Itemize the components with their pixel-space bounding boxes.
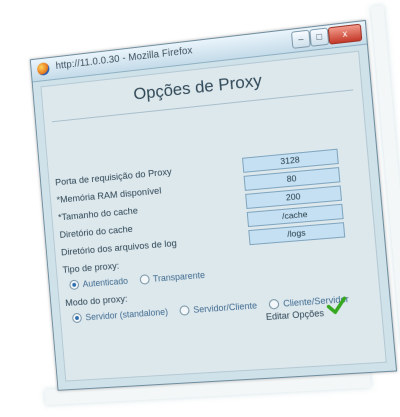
ram-label: *Memória RAM disponível — [56, 185, 162, 206]
radio-server-client[interactable] — [179, 305, 190, 316]
window-title: http://11.0.0.30 - Mozilla Firefox — [55, 45, 193, 72]
page-content: Opções de Proxy Porta de requisição do P… — [40, 50, 387, 382]
check-icon[interactable] — [326, 296, 348, 316]
cache-dir-label: Diretório do cache — [59, 223, 134, 241]
radio-client-server[interactable] — [268, 298, 280, 310]
maximize-button[interactable]: □ — [309, 27, 330, 47]
log-dir-label: Diretório dos arquivos de log — [60, 238, 178, 259]
firefox-icon — [36, 62, 50, 76]
cache-size-label: *Tamanho do cache — [57, 205, 139, 224]
radio-authenticated[interactable] — [69, 279, 80, 291]
minimize-button[interactable]: – — [290, 29, 311, 49]
browser-window: http://11.0.0.30 - Mozilla Firefox – □ x… — [29, 19, 398, 391]
radio-standalone[interactable] — [71, 312, 83, 324]
radio-server-client-label[interactable]: Servidor/Cliente — [193, 300, 257, 314]
proxy-type-label: Tipo de proxy: — [62, 260, 120, 276]
radio-authenticated-label[interactable]: Autenticado — [82, 276, 128, 289]
proxy-mode-label: Modo do proxy: — [64, 293, 128, 309]
radio-standalone-label[interactable]: Servidor (standalone) — [85, 307, 168, 323]
close-button[interactable]: x — [327, 23, 363, 45]
radio-transparent[interactable] — [139, 274, 150, 285]
radio-transparent-label[interactable]: Transparente — [153, 270, 206, 284]
screenshot-stage: http://11.0.0.30 - Mozilla Firefox – □ x… — [0, 0, 400, 417]
edit-options-link[interactable]: Editar Opções — [266, 308, 325, 322]
